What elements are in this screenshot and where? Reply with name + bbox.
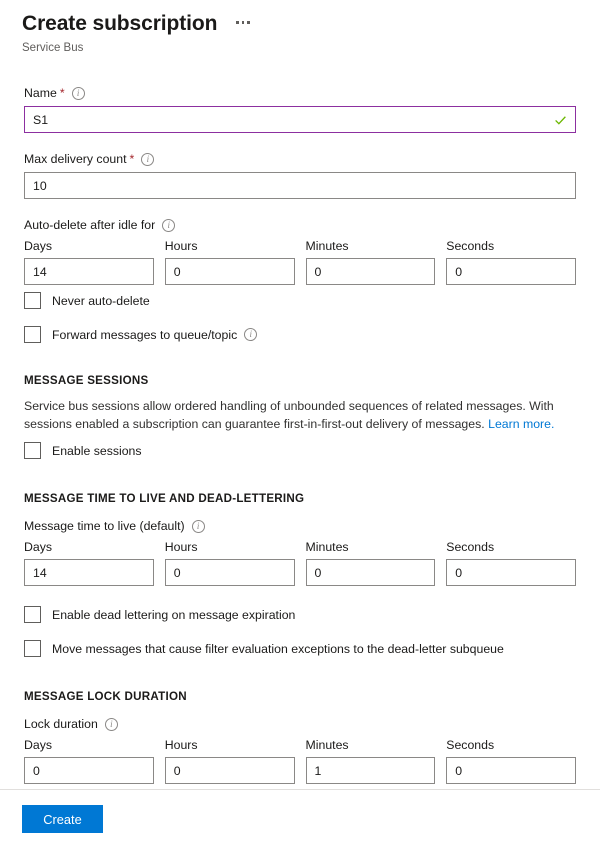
name-label-row: Name * (24, 85, 576, 101)
info-icon[interactable] (244, 328, 257, 341)
footer-divider (0, 789, 600, 790)
never-auto-delete-label: Never auto-delete (52, 293, 150, 309)
info-icon[interactable] (141, 153, 154, 166)
ttl-days-input[interactable] (24, 559, 154, 586)
name-input[interactable] (24, 106, 576, 133)
auto-delete-label-row: Auto-delete after idle for (24, 217, 576, 233)
lock-days-input[interactable] (24, 757, 154, 784)
forward-messages-label: Forward messages to queue/topic (52, 327, 237, 343)
create-subscription-blade: Create subscription Service Bus Name * M… (0, 0, 600, 850)
ttl-dead-lettering-heading: MESSAGE TIME TO LIVE AND DEAD-LETTERING (24, 491, 576, 507)
blade-header: Create subscription Service Bus (0, 0, 600, 56)
dot (242, 21, 245, 24)
max-delivery-count-label-row: Max delivery count * (24, 151, 576, 167)
move-filter-exceptions-checkbox[interactable] (24, 640, 41, 657)
ttl-seconds-input[interactable] (446, 559, 576, 586)
lock-days-label: Days (24, 737, 154, 753)
message-sessions-learn-more-link[interactable]: Learn more. (488, 417, 554, 431)
lock-duration-label-row: Lock duration (24, 716, 576, 732)
auto-delete-minutes-input[interactable] (306, 258, 436, 285)
max-delivery-count-required-marker: * (130, 151, 135, 167)
ttl-hours-input[interactable] (165, 559, 295, 586)
page-title: Create subscription (22, 11, 217, 37)
name-input-wrap (24, 106, 576, 133)
lock-seconds-input[interactable] (446, 757, 576, 784)
lock-minutes-label: Minutes (306, 737, 436, 753)
title-row: Create subscription (22, 11, 600, 37)
max-delivery-count-label: Max delivery count (24, 151, 127, 167)
lock-duration-grid: Days Hours Minutes Seconds (24, 737, 576, 784)
max-delivery-count-input-wrap (24, 172, 576, 199)
never-auto-delete-checkbox[interactable] (24, 292, 41, 309)
more-options-icon[interactable] (236, 21, 250, 24)
auto-delete-days-label: Days (24, 238, 154, 254)
subscription-form: Name * Max delivery count * Auto-delete … (0, 85, 600, 784)
forward-messages-row[interactable]: Forward messages to queue/topic (24, 326, 576, 343)
forward-messages-checkbox[interactable] (24, 326, 41, 343)
lock-hours-label: Hours (165, 737, 295, 753)
auto-delete-seconds-label: Seconds (446, 238, 576, 254)
name-required-marker: * (60, 85, 65, 101)
auto-delete-label: Auto-delete after idle for (24, 217, 155, 233)
enable-dead-lettering-label: Enable dead lettering on message expirat… (52, 607, 295, 623)
message-sessions-description: Service bus sessions allow ordered handl… (24, 398, 576, 433)
info-icon[interactable] (192, 520, 205, 533)
auto-delete-days-input[interactable] (24, 258, 154, 285)
enable-sessions-row[interactable]: Enable sessions (24, 442, 576, 459)
enable-dead-lettering-checkbox[interactable] (24, 606, 41, 623)
lock-hours-input[interactable] (165, 757, 295, 784)
blade-subtitle: Service Bus (22, 41, 600, 56)
lock-duration-heading: MESSAGE LOCK DURATION (24, 689, 576, 705)
auto-delete-hours-label: Hours (165, 238, 295, 254)
auto-delete-seconds-input[interactable] (446, 258, 576, 285)
ttl-minutes-label: Minutes (306, 539, 436, 555)
enable-dead-lettering-row[interactable]: Enable dead lettering on message expirat… (24, 606, 576, 623)
info-icon[interactable] (162, 219, 175, 232)
never-auto-delete-row[interactable]: Never auto-delete (24, 292, 576, 309)
info-icon[interactable] (105, 718, 118, 731)
info-icon[interactable] (72, 87, 85, 100)
move-filter-exceptions-label: Move messages that cause filter evaluati… (52, 641, 504, 657)
dot (247, 21, 250, 24)
auto-delete-hours-input[interactable] (165, 258, 295, 285)
message-sessions-heading: MESSAGE SESSIONS (24, 373, 576, 389)
ttl-minutes-input[interactable] (306, 559, 436, 586)
ttl-label-row: Message time to live (default) (24, 518, 576, 534)
ttl-days-label: Days (24, 539, 154, 555)
lock-seconds-label: Seconds (446, 737, 576, 753)
ttl-duration-grid: Days Hours Minutes Seconds (24, 539, 576, 586)
lock-duration-label: Lock duration (24, 716, 98, 732)
move-filter-exceptions-row[interactable]: Move messages that cause filter evaluati… (24, 640, 576, 657)
ttl-seconds-label: Seconds (446, 539, 576, 555)
create-button[interactable]: Create (22, 805, 103, 833)
enable-sessions-label: Enable sessions (52, 443, 142, 459)
enable-sessions-checkbox[interactable] (24, 442, 41, 459)
ttl-label: Message time to live (default) (24, 518, 185, 534)
dot (236, 21, 239, 24)
auto-delete-minutes-label: Minutes (306, 238, 436, 254)
auto-delete-duration-grid: Days Hours Minutes Seconds (24, 238, 576, 285)
max-delivery-count-input[interactable] (24, 172, 576, 199)
footer-actions: Create (22, 805, 103, 833)
ttl-hours-label: Hours (165, 539, 295, 555)
name-label: Name (24, 85, 57, 101)
lock-minutes-input[interactable] (306, 757, 436, 784)
message-sessions-description-text: Service bus sessions allow ordered handl… (24, 399, 554, 431)
